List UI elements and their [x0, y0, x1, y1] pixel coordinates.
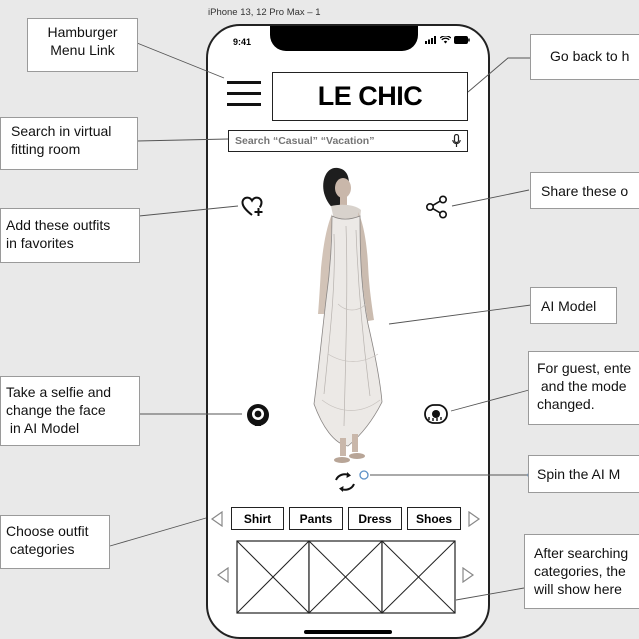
- callout-categories: Choose outfit categories: [0, 515, 110, 569]
- callout-share: Share these o: [530, 172, 639, 209]
- callout-hamburger-menu: Hamburger Menu Link: [27, 18, 138, 72]
- connector-share: [451, 189, 530, 207]
- callout-text: in AI Model: [6, 420, 80, 436]
- callout-favorites: Add these outfits in favorites: [0, 208, 140, 263]
- connector-categories: [109, 517, 207, 547]
- callout-spin: Spin the AI M: [528, 455, 639, 493]
- callout-selfie: Take a selfie and change the face in AI …: [0, 376, 140, 446]
- callout-text: change the face: [6, 402, 106, 418]
- callout-text: in favorites: [6, 235, 74, 251]
- callout-text: fitting room: [11, 141, 81, 157]
- connector-hamburger: [136, 42, 225, 79]
- callout-text: Add these outfits: [6, 217, 111, 233]
- callout-text: After searching: [534, 545, 629, 561]
- callout-text: and the mode: [537, 378, 627, 394]
- callout-text: Take a selfie and: [6, 384, 112, 400]
- callout-text: Search in virtual: [11, 123, 112, 139]
- callout-text: Choose outfit: [6, 523, 89, 539]
- callout-text: categories: [6, 541, 75, 557]
- callout-text: will show here: [534, 581, 622, 597]
- callout-go-back: Go back to h: [530, 34, 639, 80]
- connector-after-search: [455, 587, 525, 601]
- callout-text: changed.: [537, 396, 595, 412]
- callout-text: For guest, ente: [537, 360, 632, 376]
- connector-go-back: [467, 57, 531, 93]
- callout-ai-model: AI Model: [530, 287, 617, 324]
- callout-text: Menu Link: [50, 42, 115, 58]
- callout-text: Hamburger: [47, 24, 118, 40]
- connector-ai-model: [388, 304, 532, 325]
- callout-search: Search in virtual fitting room: [0, 117, 138, 170]
- callout-text: categories, the: [534, 563, 626, 579]
- callout-guest: For guest, ente and the mode changed.: [528, 351, 639, 425]
- connector-favorites: [138, 205, 239, 217]
- callout-after-search: After searching categories, the will sho…: [524, 534, 639, 609]
- connector-search: [136, 138, 229, 142]
- connector-guest: [450, 389, 530, 412]
